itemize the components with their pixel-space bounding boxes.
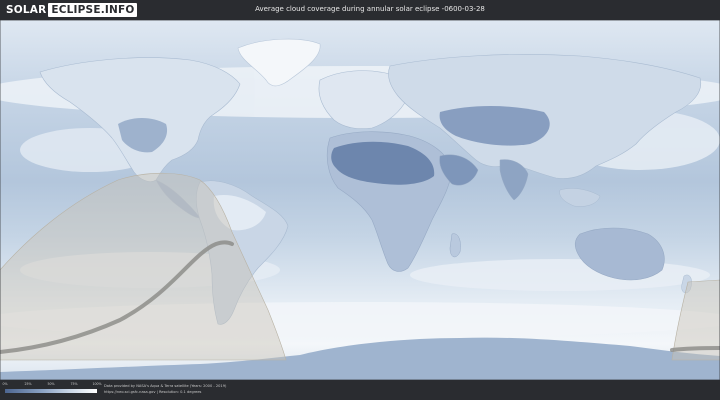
legend-tick: 75% — [70, 382, 78, 386]
legend-tick: 25% — [24, 382, 32, 386]
page: SOLAR ECLIPSE.INFO Average cloud coverag… — [0, 0, 720, 400]
cloud-coverage-legend-bar — [5, 389, 97, 393]
cloud-coverage-map — [0, 20, 720, 380]
legend-tick: 100% — [92, 382, 102, 386]
credit-line-2[interactable]: https://neo.sci.gsfc.nasa.gov | Resoluti… — [104, 390, 226, 396]
data-credits: Data provided by NASA's Aqua & Terra sat… — [104, 384, 226, 395]
page-title: Average cloud coverage during annular so… — [255, 5, 485, 13]
legend-tick: 0% — [2, 382, 8, 386]
legend-ticks: 0% 25% 50% 75% 100% — [2, 382, 101, 388]
eclipse-central-path-east — [670, 346, 720, 352]
world-map-svg — [0, 20, 720, 380]
header-bar: SOLAR ECLIPSE.INFO Average cloud coverag… — [0, 0, 720, 20]
credit-line-1: Data provided by NASA's Aqua & Terra sat… — [104, 384, 227, 388]
logo-eclipse-info-text: ECLIPSE.INFO — [48, 3, 138, 17]
logo-solar-text: SOLAR — [6, 4, 47, 16]
legend-tick: 50% — [47, 382, 55, 386]
footer-bar: 0% 25% 50% 75% 100% Data provided by NAS… — [0, 380, 720, 400]
madagascar — [449, 233, 461, 258]
site-logo[interactable]: SOLAR ECLIPSE.INFO — [6, 3, 138, 17]
